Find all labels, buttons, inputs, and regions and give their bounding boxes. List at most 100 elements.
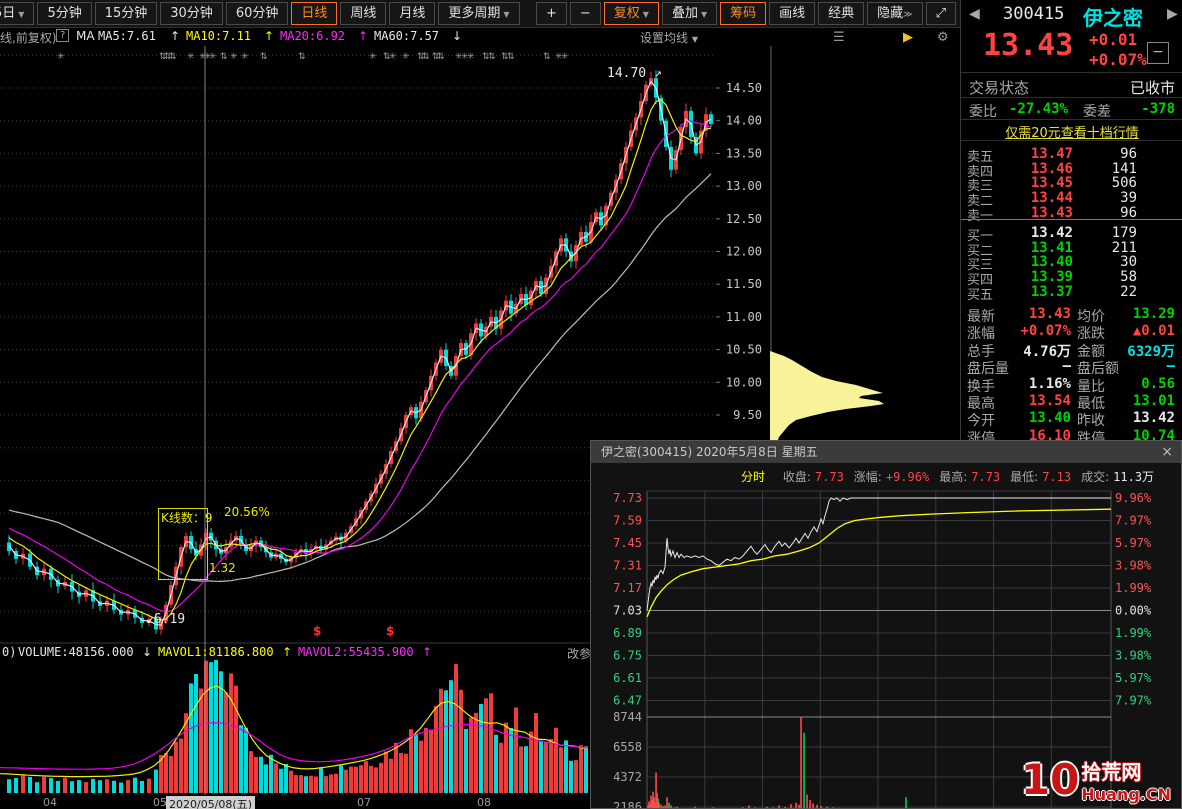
low-price-annotation: ↙6.19 (146, 612, 186, 627)
tool-button-4[interactable]: 筹码 (720, 2, 767, 25)
svg-text:12.50: 12.50 (726, 212, 762, 226)
help-icon[interactable]: ? (56, 29, 70, 42)
minute-info-label: 涨幅: (853, 470, 882, 484)
svg-text:3.98%: 3.98% (1115, 649, 1152, 663)
svg-text:5.97%: 5.97% (1115, 671, 1152, 685)
minute-chart[interactable]: 7.73 9.96% 7.59 7.97% 7.45 5.97% 7.31 3.98% 7.17… (591, 441, 1181, 808)
svg-text:7.31: 7.31 (613, 559, 642, 573)
ma5-arrow-icon: ↑ (170, 29, 181, 43)
tool-button-5[interactable]: 画线 (769, 2, 816, 25)
period-button-0[interactable]: 5日▼ (0, 2, 35, 25)
month-label: 05 (153, 796, 167, 809)
event-marker-icon: ✳ (187, 52, 195, 62)
svg-text:13.00: 13.00 (726, 179, 762, 193)
period-button-2[interactable]: 15分钟 (94, 2, 158, 25)
level2-promo-link[interactable]: 仅需20元查看十档行情 (1005, 126, 1139, 141)
event-marker-icon: ✳ (241, 52, 249, 62)
stat-value: +0.07% (1020, 323, 1071, 340)
mavol2-value: MAVOL2:55435.900 (298, 645, 414, 659)
minute-info-value: 7.13 (1042, 470, 1072, 484)
svg-text:9.50: 9.50 (733, 408, 762, 422)
svg-text:2186: 2186 (613, 800, 642, 808)
period-button-4[interactable]: 60分钟 (225, 2, 289, 25)
tool-button-6[interactable]: 经典 (818, 2, 865, 25)
kline-header-fragment: 线,前复权) (0, 31, 57, 45)
ma-settings-button[interactable]: 设置均线 ▼ (640, 29, 698, 46)
stat-value: 1.16% (1028, 375, 1071, 392)
ma20-value: MA20:6.92 (280, 29, 346, 43)
tool-button-3[interactable]: 叠加 ▼ (661, 2, 718, 25)
event-marker-icon: ✳ (389, 52, 397, 62)
last-price: 13.43 (983, 28, 1074, 63)
event-marker-icon: ⇅ (298, 52, 306, 62)
svg-text:0.00%: 0.00% (1115, 604, 1152, 618)
bid-1-price: 13.42 (1030, 225, 1073, 241)
period-button-7[interactable]: 月线 (389, 2, 436, 25)
tool-button-0[interactable]: + (535, 2, 567, 25)
period-button-8[interactable]: 更多周期 ▼ (438, 2, 520, 25)
prev-stock-arrow[interactable]: ◀ (969, 6, 980, 22)
svg-text:3.98%: 3.98% (1115, 559, 1152, 573)
tool-button-8-fullscreen-icon[interactable]: ⤢ (925, 2, 956, 25)
event-marker-icon: ✳ (230, 52, 238, 62)
period-button-6[interactable]: 周线 (340, 2, 387, 25)
minute-info-label: 最高: (939, 470, 968, 484)
svg-text:6.47: 6.47 (613, 694, 642, 708)
svg-text:5.97%: 5.97% (1115, 536, 1152, 550)
event-marker-icon: ✳ (369, 52, 377, 62)
bid-3-volume: 30 (1120, 254, 1137, 271)
tool-button-2[interactable]: 复权 ▼ (603, 2, 659, 25)
bid-2-volume: 211 (1111, 239, 1137, 256)
tool-button-7[interactable]: 隐藏≫ (867, 2, 923, 25)
event-marker-icon: ✳ (209, 52, 217, 62)
bid-4-volume: 58 (1120, 269, 1137, 286)
svg-text:14.00: 14.00 (726, 114, 762, 128)
svg-text:7.03: 7.03 (613, 604, 642, 618)
svg-text:14.50: 14.50 (726, 81, 762, 95)
month-label: 07 (357, 796, 371, 809)
price-change-pct: +0.07% (1089, 50, 1147, 69)
period-button-3[interactable]: 30分钟 (160, 2, 223, 25)
minute-info-value: 7.73 (971, 470, 1001, 484)
svg-text:7.73: 7.73 (613, 491, 642, 505)
chevron-down-icon: ▼ (691, 35, 698, 44)
mavol1-arrow-icon: ↑ (282, 645, 293, 659)
period-button-1[interactable]: 5分钟 (37, 2, 92, 25)
minute-info-value: +9.96% (885, 470, 930, 484)
svg-text:8744: 8744 (613, 710, 642, 724)
svg-text:4372: 4372 (613, 770, 642, 784)
svg-text:10.00: 10.00 (726, 375, 762, 389)
list-icon[interactable]: ☰ (833, 30, 845, 45)
svg-text:11.50: 11.50 (726, 277, 762, 291)
ask-2-volume: 39 (1120, 190, 1137, 207)
mavol2-arrow-icon: ↑ (422, 645, 433, 659)
svg-text:6.61: 6.61 (613, 671, 642, 685)
chart-tools-group: + − 复权 ▼ 叠加 ▼ 筹码 画线 经典 隐藏≫ ⤢ (533, 2, 956, 25)
next-stock-arrow[interactable]: ▶ (1167, 6, 1178, 22)
period-button-5[interactable]: 日线 (291, 2, 338, 25)
minute-info-label: 收盘: (782, 470, 811, 484)
event-marker-icon: ⇅ (169, 52, 177, 62)
ma5-value: MA5:7.61 (98, 29, 156, 43)
flag-icon[interactable]: ▶ (903, 30, 913, 45)
stat-value: 0.56 (1141, 375, 1175, 392)
gear-icon[interactable]: ⚙ (937, 30, 949, 45)
event-marker-icon: ⇅ (488, 52, 496, 62)
period-toolbar: 5日▼5分钟15分钟30分钟60分钟日线周线月线更多周期▼ +−复权▼叠加▼筹码画… (0, 0, 960, 28)
minimize-icon[interactable]: − (1147, 42, 1169, 64)
event-marker-icon: ⇅ (220, 52, 228, 62)
svg-text:7.59: 7.59 (613, 514, 642, 528)
svg-text:12.00: 12.00 (726, 245, 762, 259)
tool-button-1[interactable]: − (569, 2, 601, 25)
bid-3-price: 13.40 (1030, 254, 1073, 271)
tab-fenshi[interactable]: 分时 (741, 470, 765, 484)
modify-params-button[interactable]: 改参 (567, 645, 591, 662)
weibi-label: 委比 (969, 104, 997, 120)
measure-diff-label: 1.32 (209, 561, 236, 575)
svg-text:10.50: 10.50 (726, 343, 762, 357)
month-label: 04 (43, 796, 57, 809)
stat-value: 13.42 (1132, 410, 1175, 427)
minute-info-label: 最低: (1010, 470, 1039, 484)
selected-date-label: 2020/05/08(五) (166, 796, 255, 809)
event-marker-icon: ✳ (402, 52, 410, 62)
